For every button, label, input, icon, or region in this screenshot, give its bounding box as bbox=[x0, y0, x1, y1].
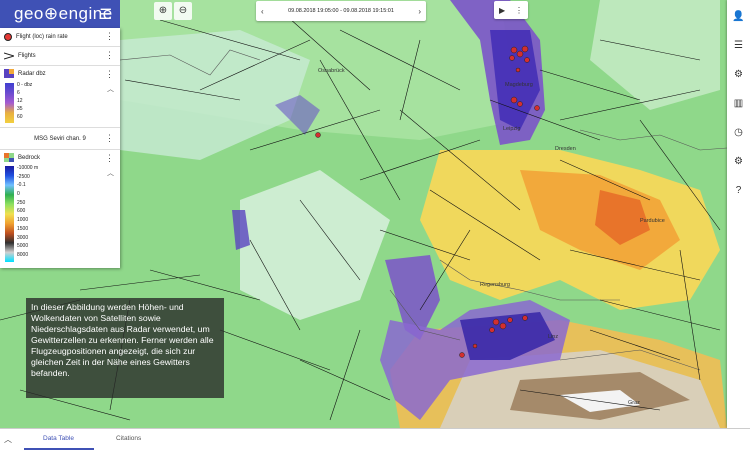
tab-data-table[interactable]: Data Table bbox=[43, 435, 74, 442]
map-label: Osnabrück bbox=[318, 68, 345, 74]
map-label: Pardubice bbox=[640, 218, 665, 224]
layers-icon[interactable]: ☰ bbox=[731, 38, 746, 53]
settings-icon[interactable]: ⚙ bbox=[731, 67, 746, 82]
layer-label: Bedrock bbox=[18, 154, 41, 161]
layer-item-flight-rain-rate[interactable]: Flight (loc) rain rate ⋮ bbox=[0, 28, 120, 47]
map-label: Graz bbox=[628, 400, 640, 406]
more-icon[interactable]: ⋮ bbox=[105, 134, 114, 143]
zoom-controls: ⊕ ⊖ bbox=[154, 2, 192, 20]
bedrock-color-ramp bbox=[5, 166, 14, 262]
layer-item-radar[interactable]: Radar dbz ⋮ ︿ 0 - dbz 6 12 35 60 bbox=[0, 66, 120, 128]
play-icon[interactable]: ▶ bbox=[499, 6, 505, 15]
map-label: Dresden bbox=[555, 146, 576, 152]
more-icon[interactable]: ⋮ bbox=[105, 51, 114, 60]
chart-icon[interactable]: ▥ bbox=[731, 96, 746, 111]
map-label: Magdeburg bbox=[505, 82, 533, 88]
layer-panel: Flight (loc) rain rate ⋮ Flights ⋮ Radar… bbox=[0, 28, 120, 268]
map-label: Regensburg bbox=[480, 282, 510, 288]
time-range-text[interactable]: 09.08.2018 19:05:00 - 09.08.2018 19:15:0… bbox=[288, 8, 394, 14]
map-label: Linz bbox=[548, 334, 558, 340]
caption-overlay: In dieser Abbildung werden Höhen- und Wo… bbox=[26, 298, 224, 398]
right-toolbar: 👤 ☰ ⚙ ▥ ◷ ⚙ ? bbox=[727, 0, 750, 428]
line-icon bbox=[4, 52, 14, 60]
bedrock-legend-ticks: -10000 m -2500 -0.1 0 250 600 1000 1500 … bbox=[17, 165, 39, 258]
zoom-out-icon[interactable]: ⊖ bbox=[174, 2, 192, 20]
more-icon[interactable]: ⋮ bbox=[515, 6, 523, 15]
more-icon[interactable]: ⋮ bbox=[105, 69, 114, 80]
gear-icon[interactable]: ⚙ bbox=[731, 154, 746, 169]
chevron-up-icon[interactable]: ︿ bbox=[4, 434, 12, 445]
layer-label: MSG Seviri chan. 9 bbox=[34, 135, 86, 142]
chevron-up-icon[interactable]: ︿ bbox=[107, 84, 114, 94]
app-header: geo⊕engine ☰ bbox=[0, 0, 120, 28]
radar-color-ramp bbox=[5, 83, 14, 123]
layer-label: Flight (loc) rain rate bbox=[16, 34, 68, 40]
circle-icon bbox=[4, 33, 12, 41]
time-range-bar: ‹ 09.08.2018 19:05:00 - 09.08.2018 19:15… bbox=[256, 1, 426, 21]
zoom-in-icon[interactable]: ⊕ bbox=[154, 2, 172, 20]
clock-icon[interactable]: ◷ bbox=[731, 125, 746, 140]
layer-item-flights[interactable]: Flights ⋮ bbox=[0, 47, 120, 66]
playback-controls: ▶ ⋮ bbox=[494, 1, 528, 19]
chevron-up-icon[interactable]: ︿ bbox=[107, 168, 114, 178]
layer-item-msg-seviri[interactable]: MSG Seviri chan. 9 ⋮ bbox=[0, 128, 120, 150]
radar-legend-ticks: 0 - dbz 6 12 35 60 bbox=[17, 82, 33, 120]
layer-item-bedrock[interactable]: Bedrock ⋮ ︿ -10000 m -2500 -0.1 0 250 60… bbox=[0, 150, 120, 265]
person-icon[interactable]: 👤 bbox=[731, 9, 746, 24]
map-label: Leipzig bbox=[503, 126, 520, 132]
layer-label: Radar dbz bbox=[18, 70, 46, 77]
chevron-right-icon[interactable]: › bbox=[418, 7, 421, 16]
help-icon[interactable]: ? bbox=[731, 183, 746, 198]
raster-icon bbox=[4, 153, 14, 162]
layer-label: Flights bbox=[18, 53, 36, 59]
bottom-panel: ︿ Data Table Citations bbox=[0, 428, 750, 450]
chevron-left-icon[interactable]: ‹ bbox=[261, 7, 264, 16]
more-icon[interactable]: ⋮ bbox=[105, 32, 114, 41]
tab-citations[interactable]: Citations bbox=[116, 435, 141, 442]
more-icon[interactable]: ⋮ bbox=[105, 153, 114, 164]
raster-icon bbox=[4, 69, 14, 78]
menu-icon[interactable]: ☰ bbox=[98, 6, 114, 22]
